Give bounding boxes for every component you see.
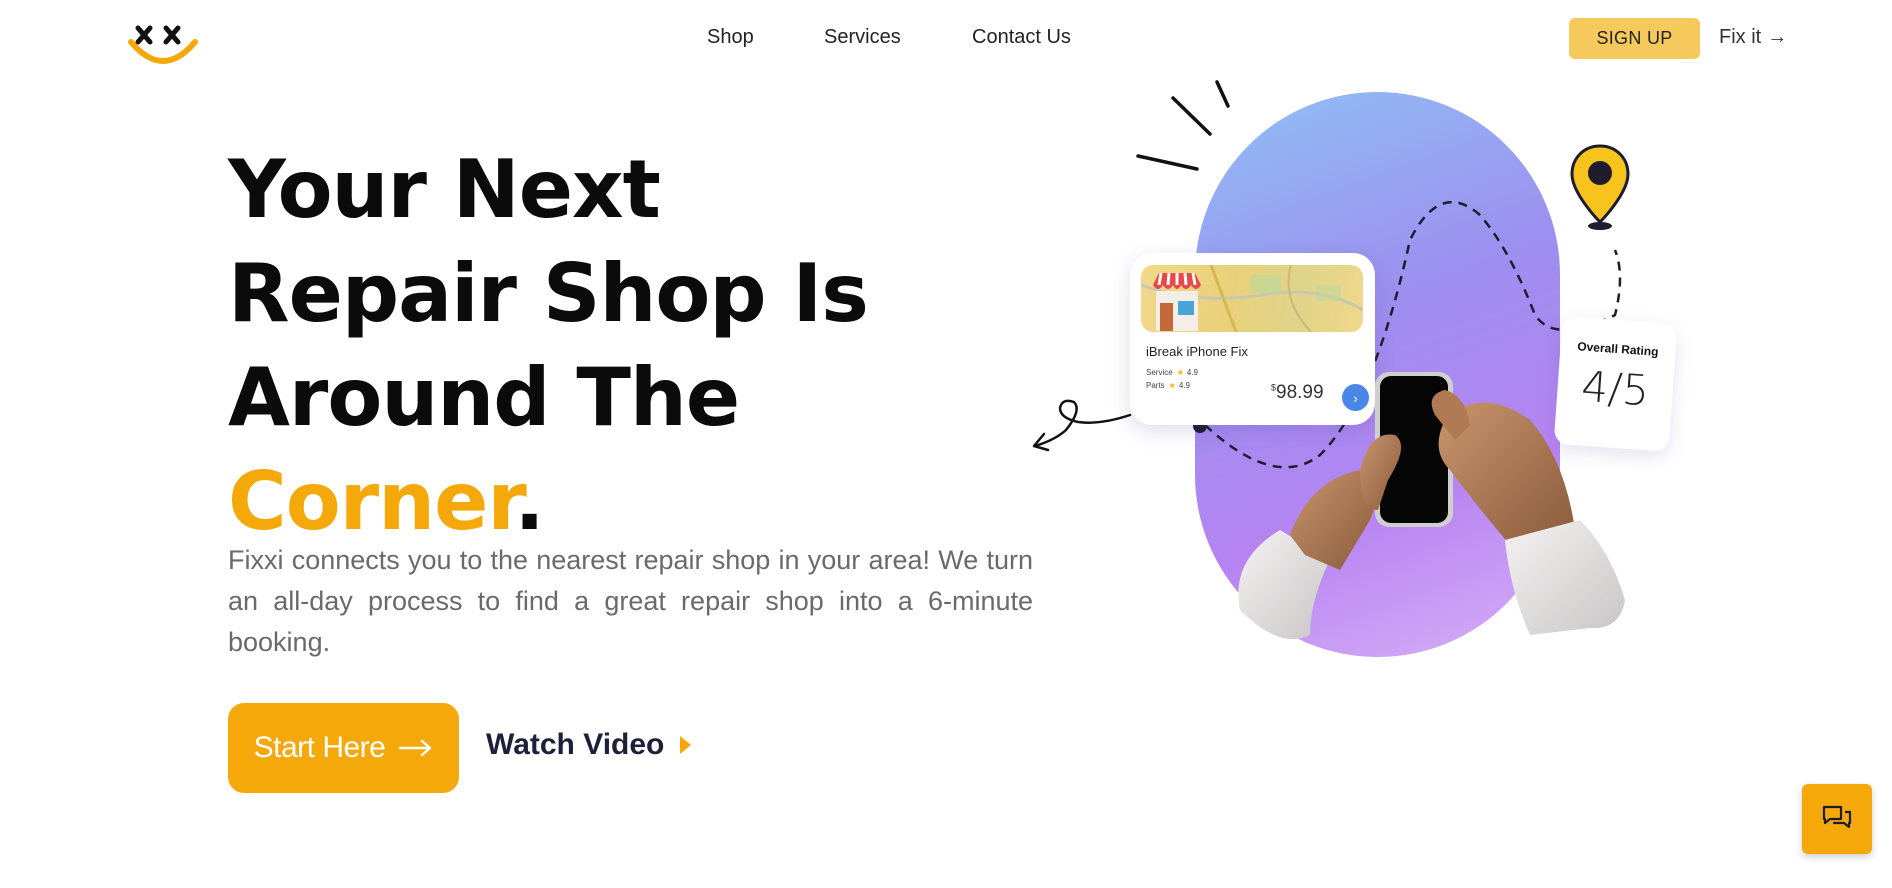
hero-headline: Your Next Repair Shop Is Around The Corn… xyxy=(228,138,948,554)
star-icon: ★ xyxy=(1176,368,1184,377)
headline-accent: Corner xyxy=(228,455,515,548)
store-icon xyxy=(1153,272,1201,331)
shop-rating-row: Parts ★ 4.9 xyxy=(1146,381,1190,390)
nav-contact-us[interactable]: Contact Us xyxy=(972,26,1071,49)
headline-period: . xyxy=(514,455,544,548)
start-here-button[interactable]: Start Here xyxy=(228,703,459,793)
chat-button[interactable] xyxy=(1802,784,1872,854)
location-pin-icon xyxy=(1570,144,1630,230)
nav-shop[interactable]: Shop xyxy=(707,26,754,49)
play-icon xyxy=(680,736,692,754)
star-icon: ★ xyxy=(1168,381,1176,390)
shop-rating-row: Service ★ 4.9 xyxy=(1146,368,1198,377)
nav-services[interactable]: Services xyxy=(824,26,901,49)
headline-line-2: Repair Shop Is xyxy=(228,247,869,340)
rating-label: Overall Rating xyxy=(1576,339,1660,359)
shop-name: iBreak iPhone Fix xyxy=(1146,344,1248,359)
start-here-label: Start Here xyxy=(253,731,386,764)
headline-line-4: Corner. xyxy=(228,450,948,554)
arrow-right-icon xyxy=(399,739,432,757)
rating-row-label: Service xyxy=(1146,368,1173,377)
hero-illustration: iBreak iPhone Fix Service ★ 4.9 Parts ★ 4.9 … xyxy=(1030,70,1680,670)
hands-phone-illustration xyxy=(1238,372,1625,640)
hero-description: Fixxi connects you to the nearest repair… xyxy=(228,545,1033,657)
watch-video-button[interactable]: Watch Video xyxy=(486,728,692,762)
headline-line-1: Your Next xyxy=(228,143,661,236)
fix-it-label: Fix it xyxy=(1719,26,1762,48)
map-thumbnail xyxy=(1141,265,1363,332)
rating-row-value: 4.9 xyxy=(1186,368,1198,377)
signup-button[interactable]: SIGN UP xyxy=(1569,18,1700,59)
rating-row-label: Parts xyxy=(1146,381,1165,390)
headline-line-3: Around The xyxy=(228,351,740,444)
rating-row-value: 4.9 xyxy=(1178,381,1190,390)
arrow-right-icon: → xyxy=(1767,26,1788,48)
chat-icon xyxy=(1822,805,1852,829)
watch-video-label: Watch Video xyxy=(486,728,665,761)
fix-it-link[interactable]: Fix it → xyxy=(1719,26,1787,49)
